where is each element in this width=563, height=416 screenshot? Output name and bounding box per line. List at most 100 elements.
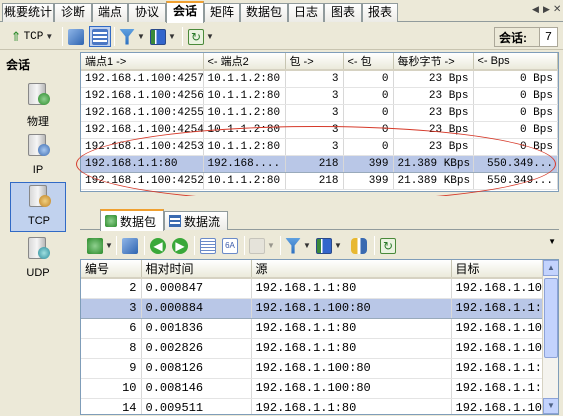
document-button[interactable] bbox=[198, 235, 218, 256]
packet-row[interactable]: 9 0.008126 192.168.1.100:80 192.168.1.1:8 bbox=[81, 358, 544, 379]
session-row[interactable]: 192.168.1.100:4252 10.1.1.2:80 218 399 21.38… bbox=[81, 172, 558, 190]
filter-button[interactable]: ▼ bbox=[118, 26, 146, 47]
nav-item-physical[interactable]: 物理 bbox=[10, 81, 66, 129]
column-header[interactable]: <- Bps bbox=[473, 53, 558, 71]
column-header[interactable]: 目标 bbox=[451, 260, 544, 279]
table-cell: 3 bbox=[285, 104, 344, 122]
packet-row[interactable]: 3 0.000884 192.168.1.100:80 192.168.1.1:8 bbox=[81, 298, 544, 319]
tab-protocols[interactable]: 协议 bbox=[128, 3, 166, 22]
packet-row[interactable]: 8 0.002826 192.168.1.1:80 192.168.1.10 bbox=[81, 338, 544, 359]
table-cell: 0 Bps bbox=[473, 104, 558, 122]
packet-table-scrollbar[interactable]: ▲ ▼ bbox=[542, 260, 558, 414]
nav-item-ip[interactable]: IP bbox=[10, 132, 66, 180]
chevron-down-icon: ▼ bbox=[168, 32, 176, 41]
session-row[interactable]: 192.168.1.100:4254 10.1.1.2:80 3 0 23 Bps 0 B… bbox=[81, 121, 558, 139]
packet-row[interactable]: 6 0.001836 192.168.1.1:80 192.168.1.10 bbox=[81, 318, 544, 339]
table-cell: 218 bbox=[285, 172, 344, 190]
decode-button[interactable] bbox=[120, 235, 140, 256]
session-row[interactable]: 192.168.1.100:4256 10.1.1.2:80 3 0 23 Bps 0 B… bbox=[81, 87, 558, 105]
refresh-button[interactable]: ↻ ▼ bbox=[186, 26, 216, 47]
flow-icon bbox=[169, 215, 181, 227]
scrollbar-thumb[interactable] bbox=[544, 278, 558, 358]
table-cell: 0 Bps bbox=[473, 87, 558, 105]
table-cell: 2 bbox=[81, 278, 142, 299]
tab-matrix[interactable]: 矩阵 bbox=[204, 3, 240, 22]
tab-charts[interactable]: 图表 bbox=[324, 3, 362, 22]
tab-sessions[interactable]: 会话 bbox=[166, 1, 204, 23]
column-header[interactable]: <- 包 bbox=[343, 53, 394, 71]
node-view-button[interactable] bbox=[66, 26, 86, 47]
packet-filter-button[interactable]: ▼ bbox=[284, 235, 312, 256]
session-row[interactable]: 192.168.1.100:4257 10.1.1.2:80 3 0 23 Bps 0 B… bbox=[81, 70, 558, 88]
column-header[interactable]: 每秒字节 -> bbox=[393, 53, 474, 71]
column-header[interactable]: 相对时间 bbox=[141, 260, 252, 279]
scroll-up-icon[interactable]: ▲ bbox=[543, 260, 558, 276]
packet-row[interactable]: 10 0.008146 192.168.1.100:80 192.168.1.1:8 bbox=[81, 378, 544, 399]
refresh-icon: ↻ bbox=[188, 28, 205, 45]
table-cell: 0.002826 bbox=[141, 338, 252, 359]
tab-data-flow[interactable]: 数据流 bbox=[164, 211, 228, 230]
table-cell: 192.168.1.10 bbox=[451, 318, 544, 339]
session-row[interactable]: 192.168.1.1:80 192.168.... 218 399 21.389 KB… bbox=[81, 155, 558, 173]
tab-reports[interactable]: 报表 bbox=[362, 3, 398, 22]
packet-columns-button[interactable]: ▼ bbox=[314, 235, 344, 256]
packet-view-options-button[interactable]: ▼ bbox=[86, 235, 114, 256]
table-cell: 192.168.1.100:4255 bbox=[81, 104, 204, 122]
hex-view-icon: 6A bbox=[222, 237, 238, 254]
pane-splitter[interactable] bbox=[80, 196, 559, 202]
table-cell: 9 bbox=[81, 358, 142, 379]
table-cell: 0.001836 bbox=[141, 318, 252, 339]
tab-scroll-left-icon[interactable]: ◀ bbox=[532, 4, 539, 15]
hex-view-button[interactable]: 6A bbox=[220, 235, 240, 256]
copy-button[interactable]: ▼ bbox=[248, 235, 276, 256]
packet-row[interactable]: 14 0.009511 192.168.1.1:80 192.168.1.10 bbox=[81, 398, 544, 414]
table-cell: 10.1.1.2:80 bbox=[203, 70, 286, 88]
forward-button[interactable]: ▶ bbox=[170, 235, 190, 256]
protocol-select[interactable]: ⇑ TCP ▼ bbox=[6, 26, 58, 47]
table-cell: 3 bbox=[81, 298, 142, 319]
column-options-button[interactable]: ▼ bbox=[148, 26, 178, 47]
table-cell: 0.008146 bbox=[141, 378, 252, 399]
session-row[interactable]: 192.168.1.100:4253 10.1.1.2:80 3 0 23 Bps 0 B… bbox=[81, 138, 558, 156]
nav-item-udp[interactable]: UDP bbox=[10, 235, 66, 283]
table-cell: 8 bbox=[81, 338, 142, 359]
table-cell: 192.168.1.1:80 bbox=[81, 155, 204, 173]
column-header[interactable]: <- 端点2 bbox=[203, 53, 286, 71]
tab-packets[interactable]: 数据包 bbox=[240, 3, 288, 22]
copy-icon bbox=[249, 237, 266, 254]
table-cell: 192.168.1.1:80 bbox=[251, 318, 452, 339]
scroll-down-icon[interactable]: ▼ bbox=[543, 398, 558, 414]
detail-tab-bar: 数据包 数据流 bbox=[80, 208, 559, 231]
column-header[interactable]: 端点1 -> bbox=[81, 53, 204, 71]
tab-packet-list[interactable]: 数据包 bbox=[100, 209, 164, 231]
column-header[interactable]: 包 -> bbox=[285, 53, 344, 71]
table-cell: 0.009511 bbox=[141, 398, 252, 414]
toolbar-overflow-icon[interactable]: ▼ bbox=[548, 237, 556, 246]
table-cell: 23 Bps bbox=[393, 104, 474, 122]
column-header[interactable]: 编号 bbox=[81, 260, 142, 279]
udp-host-icon bbox=[24, 235, 52, 265]
packet-refresh-button[interactable]: ↻ bbox=[378, 235, 398, 256]
close-icon[interactable]: ✕ bbox=[553, 4, 561, 15]
column-header[interactable]: 源 bbox=[251, 260, 452, 279]
packet-row[interactable]: 2 0.000847 192.168.1.1:80 192.168.1.10 bbox=[81, 278, 544, 299]
tab-summary-stats[interactable]: 概要统计 bbox=[2, 3, 54, 22]
tab-endpoints[interactable]: 端点 bbox=[92, 3, 128, 22]
table-cell: 10.1.1.2:80 bbox=[203, 87, 286, 105]
session-row[interactable]: 192.168.1.100:4255 10.1.1.2:80 3 0 23 Bps 0 B… bbox=[81, 104, 558, 122]
tab-diagnosis[interactable]: 诊断 bbox=[54, 3, 92, 22]
back-button[interactable]: ◀ bbox=[148, 235, 168, 256]
tab-logs[interactable]: 日志 bbox=[288, 3, 324, 22]
table-cell: 0 bbox=[343, 70, 394, 88]
table-cell: 10.1.1.2:80 bbox=[203, 121, 286, 139]
table-cell: 23 Bps bbox=[393, 138, 474, 156]
table-cell: 6 bbox=[81, 318, 142, 339]
table-cell: 192.168.1.10 bbox=[451, 278, 544, 299]
list-view-button[interactable] bbox=[89, 26, 111, 47]
chevron-down-icon: ▼ bbox=[45, 32, 54, 41]
nav-item-tcp[interactable]: TCP bbox=[10, 182, 66, 232]
table-cell: 399 bbox=[343, 172, 394, 190]
find-button[interactable] bbox=[348, 235, 370, 256]
forward-arrow-icon: ▶ bbox=[172, 237, 188, 254]
tab-scroll-right-icon[interactable]: ▶ bbox=[543, 4, 550, 15]
